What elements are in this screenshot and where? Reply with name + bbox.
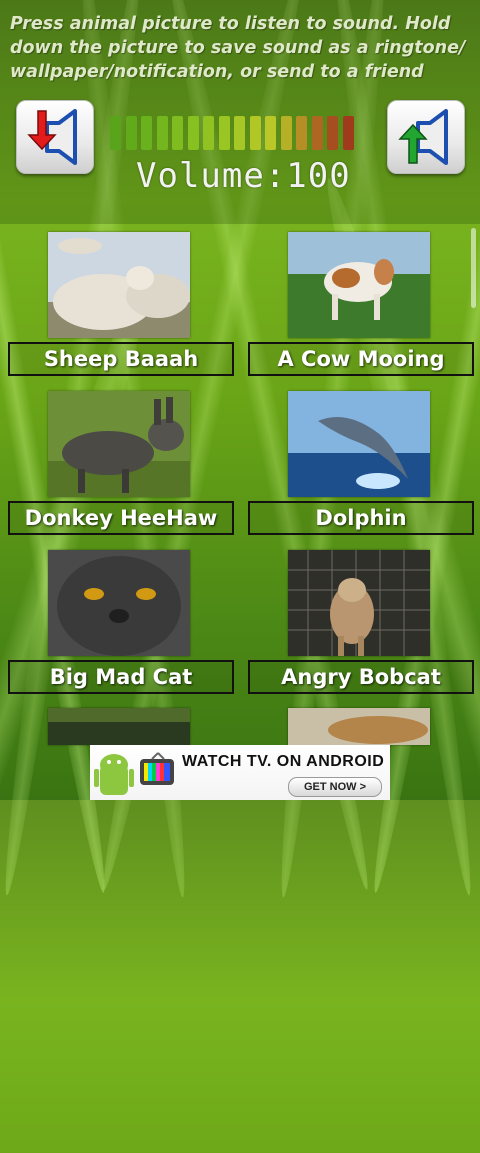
volume-level-bar: [125, 116, 137, 150]
volume-up-icon: [398, 109, 448, 165]
cow-photo[interactable]: [288, 232, 430, 338]
volume-level-bar: [249, 116, 261, 150]
volume-level-bar: [172, 116, 183, 150]
animal-label: Donkey HeeHaw: [8, 501, 234, 535]
volume-up-button[interactable]: [387, 100, 465, 174]
animal-label: Sheep Baaah: [8, 342, 234, 376]
animal-label: Big Mad Cat: [8, 660, 234, 694]
animal-tile-cow[interactable]: A Cow Mooing: [248, 232, 474, 376]
volume-down-button[interactable]: [16, 100, 94, 174]
animal-tile-cat[interactable]: Big Mad Cat: [8, 550, 234, 694]
animal-tile-partial[interactable]: [8, 708, 234, 745]
volume-level-bar: [110, 116, 121, 150]
animal-tile-sheep[interactable]: Sheep Baaah: [8, 232, 234, 376]
volume-level-bar: [156, 116, 168, 150]
animal-label: Dolphin: [248, 501, 474, 535]
volume-level-bar: [296, 116, 307, 150]
volume-down-icon: [27, 109, 77, 165]
animal-tile-dolphin[interactable]: Dolphin: [248, 391, 474, 535]
volume-level-bar: [218, 116, 230, 150]
volume-level-bar: [141, 116, 152, 150]
volume-level-bar: [280, 116, 292, 150]
volume-level-bar: [234, 116, 245, 150]
animal-label: A Cow Mooing: [248, 342, 474, 376]
animal-tile-partial[interactable]: [248, 708, 474, 745]
ad-banner[interactable]: WATCH TV. ON ANDROID GET NOW >: [90, 745, 390, 800]
volume-level-bar: [327, 116, 338, 150]
volume-label: Volume:100: [136, 156, 351, 196]
volume-level-bar: [265, 116, 276, 150]
ad-headline: WATCH TV. ON ANDROID: [182, 753, 385, 770]
tv-icon: [140, 752, 174, 785]
volume-meter: [110, 116, 365, 150]
volume-level-bar: [342, 116, 354, 150]
animal-label: Angry Bobcat: [248, 660, 474, 694]
volume-level-bar: [203, 116, 214, 150]
volume-level-bar: [187, 116, 199, 150]
animal-tile-bobcat[interactable]: Angry Bobcat: [248, 550, 474, 694]
header-panel: Press animal picture to listen to sound.…: [0, 0, 480, 224]
dolphin-photo[interactable]: [288, 391, 430, 497]
cat-photo[interactable]: [48, 550, 190, 656]
bobcat-photo[interactable]: [288, 550, 430, 656]
sheep-photo[interactable]: [48, 232, 190, 338]
volume-level-bar: [311, 116, 323, 150]
donkey-photo[interactable]: [48, 391, 190, 497]
animal-tile-donkey[interactable]: Donkey HeeHaw: [8, 391, 234, 535]
animal-photo-partial[interactable]: [288, 708, 430, 745]
instructions-text: Press animal picture to listen to sound.…: [10, 14, 466, 82]
ad-cta-button[interactable]: GET NOW >: [288, 777, 382, 797]
animal-photo-partial[interactable]: [48, 708, 190, 745]
